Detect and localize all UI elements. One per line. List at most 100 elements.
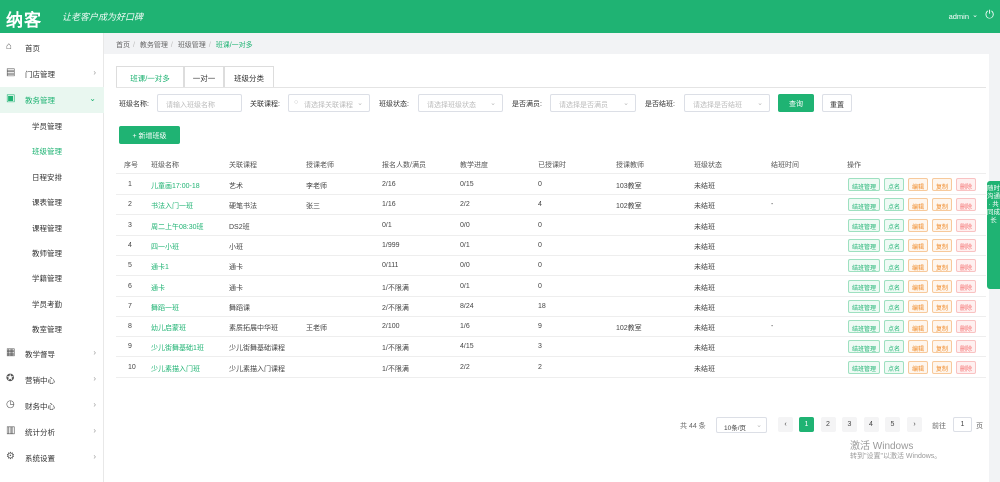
delete-button[interactable]: 删除 bbox=[956, 360, 976, 374]
sidebar-item-teaching[interactable]: ▣ 教务管理 ⌄ bbox=[0, 87, 104, 113]
edit-button[interactable]: 编辑 bbox=[908, 238, 928, 252]
tab-class-category[interactable]: 班级分类 bbox=[224, 66, 274, 87]
delete-button[interactable]: 删除 bbox=[956, 299, 976, 313]
sidebar-subitem[interactable]: 课程管理 bbox=[0, 215, 104, 241]
class-name-link[interactable]: 通卡1 bbox=[151, 262, 169, 272]
edit-button[interactable]: 编辑 bbox=[908, 198, 928, 212]
manage-button[interactable]: 结班管理 bbox=[848, 178, 880, 191]
sidebar-subitem[interactable]: 教师管理 bbox=[0, 240, 104, 266]
copy-button[interactable]: 复制 bbox=[932, 238, 952, 252]
copy-button[interactable]: 复制 bbox=[932, 198, 952, 212]
class-name-link[interactable]: 少儿素描入门班 bbox=[151, 364, 200, 374]
next-page-button[interactable]: › bbox=[907, 417, 922, 432]
manage-button[interactable]: 结班管理 bbox=[848, 259, 880, 273]
edit-button[interactable]: 编辑 bbox=[908, 259, 928, 273]
manage-button[interactable]: 结班管理 bbox=[848, 238, 880, 252]
copy-button[interactable]: 复制 bbox=[932, 218, 952, 232]
sidebar-subitem[interactable]: 班级管理 bbox=[0, 138, 104, 164]
manage-button[interactable]: 结班管理 bbox=[848, 279, 880, 293]
sidebar-item-home[interactable]: ⌂ 首页 bbox=[0, 35, 104, 61]
sidebar-subitem[interactable]: 日程安排 bbox=[0, 164, 104, 190]
roll-call-button[interactable]: 点名 bbox=[884, 299, 904, 313]
manage-button[interactable]: 结班管理 bbox=[848, 340, 880, 354]
class-name-link[interactable]: 舞蹈一班 bbox=[151, 303, 179, 313]
class-name-link[interactable]: 幼儿启蒙班 bbox=[151, 323, 186, 333]
roll-call-button[interactable]: 点名 bbox=[884, 360, 904, 374]
copy-button[interactable]: 复制 bbox=[932, 299, 952, 313]
roll-call-button[interactable]: 点名 bbox=[884, 340, 904, 354]
class-name-link[interactable]: 少儿街舞基础1班 bbox=[151, 343, 204, 353]
edit-button[interactable]: 编辑 bbox=[908, 299, 928, 313]
reset-button[interactable]: 重置 bbox=[822, 94, 852, 112]
sidebar-subitem[interactable]: 教室管理 bbox=[0, 316, 104, 342]
delete-button[interactable]: 删除 bbox=[956, 340, 976, 354]
sidebar-item-supervision[interactable]: ▦ 教学督导 › bbox=[0, 341, 104, 367]
roll-call-button[interactable]: 点名 bbox=[884, 238, 904, 252]
breadcrumb-teaching[interactable]: 教务管理 bbox=[140, 42, 168, 49]
delete-button[interactable]: 删除 bbox=[956, 178, 976, 191]
sidebar-subitem[interactable]: 学籍管理 bbox=[0, 265, 104, 291]
sidebar-subitem[interactable]: 学员管理 bbox=[0, 113, 104, 139]
edit-button[interactable]: 编辑 bbox=[908, 279, 928, 293]
class-name-link[interactable]: 通卡 bbox=[151, 283, 165, 293]
manage-button[interactable]: 结班管理 bbox=[848, 320, 880, 334]
roll-call-button[interactable]: 点名 bbox=[884, 320, 904, 334]
delete-button[interactable]: 删除 bbox=[956, 238, 976, 252]
page-button[interactable]: 2 bbox=[820, 417, 836, 432]
tab-group-class[interactable]: 班课/一对多 bbox=[116, 66, 184, 87]
manage-button[interactable]: 结班管理 bbox=[848, 299, 880, 313]
page-button[interactable]: 1 bbox=[799, 417, 814, 432]
prev-page-button[interactable]: ‹ bbox=[778, 417, 793, 432]
page-size-select[interactable]: 10条/页 ⌄ bbox=[716, 417, 767, 433]
copy-button[interactable]: 复制 bbox=[932, 360, 952, 374]
edit-button[interactable]: 编辑 bbox=[908, 178, 928, 191]
sidebar-subitem[interactable]: 学员考勤 bbox=[0, 291, 104, 317]
class-name-link[interactable]: 儿童画17:00-18 bbox=[151, 181, 200, 191]
course-select[interactable]: ○ 请选择关联课程 ⌄ bbox=[288, 94, 370, 112]
class-name-link[interactable]: 四一小班 bbox=[151, 242, 179, 252]
breadcrumb-class[interactable]: 班级管理 bbox=[178, 42, 206, 49]
power-icon[interactable]: ⏻ bbox=[985, 9, 994, 22]
tab-one-to-one[interactable]: 一对一 bbox=[184, 66, 224, 87]
class-name-link[interactable]: 周二上午08:30班 bbox=[151, 222, 204, 232]
roll-call-button[interactable]: 点名 bbox=[884, 218, 904, 232]
page-jump-input[interactable]: 1 bbox=[953, 417, 972, 432]
breadcrumb-home[interactable]: 首页 bbox=[116, 42, 130, 49]
closed-select[interactable]: 请选择是否结班 ⌄ bbox=[684, 94, 770, 112]
user-menu[interactable]: admin bbox=[949, 12, 969, 21]
delete-button[interactable]: 删除 bbox=[956, 259, 976, 273]
delete-button[interactable]: 删除 bbox=[956, 320, 976, 334]
copy-button[interactable]: 复制 bbox=[932, 320, 952, 334]
page-button[interactable]: 5 bbox=[885, 417, 900, 432]
chevron-down-icon[interactable]: ⌄ bbox=[972, 11, 978, 19]
status-select[interactable]: 请选择班级状态 ⌄ bbox=[418, 94, 503, 112]
roll-call-button[interactable]: 点名 bbox=[884, 198, 904, 212]
sidebar-item-finance[interactable]: ◷ 财务中心 › bbox=[0, 393, 104, 419]
sidebar-item-store[interactable]: ▤ 门店管理 › bbox=[0, 61, 104, 87]
copy-button[interactable]: 复制 bbox=[932, 259, 952, 273]
roll-call-button[interactable]: 点名 bbox=[884, 259, 904, 273]
class-name-input[interactable]: 请输入班级名称 bbox=[157, 94, 242, 112]
manage-button[interactable]: 结班管理 bbox=[848, 360, 880, 374]
float-feedback-tab[interactable]: 随时沟通 · 共同成长 bbox=[987, 181, 1000, 289]
class-name-link[interactable]: 书法入门一班 bbox=[151, 201, 193, 211]
query-button[interactable]: 查询 bbox=[778, 94, 814, 112]
page-button[interactable]: 3 bbox=[842, 417, 857, 432]
edit-button[interactable]: 编辑 bbox=[908, 360, 928, 374]
sidebar-item-settings[interactable]: ⚙ 系统设置 › bbox=[0, 445, 104, 471]
copy-button[interactable]: 复制 bbox=[932, 279, 952, 293]
manage-button[interactable]: 结班管理 bbox=[848, 218, 880, 232]
delete-button[interactable]: 删除 bbox=[956, 198, 976, 212]
sidebar-item-marketing[interactable]: ✪ 营销中心 › bbox=[0, 367, 104, 393]
delete-button[interactable]: 删除 bbox=[956, 218, 976, 232]
manage-button[interactable]: 结班管理 bbox=[848, 198, 880, 212]
delete-button[interactable]: 删除 bbox=[956, 279, 976, 293]
copy-button[interactable]: 复制 bbox=[932, 340, 952, 354]
sidebar-item-stats[interactable]: ▥ 统计分析 › bbox=[0, 419, 104, 445]
copy-button[interactable]: 复制 bbox=[932, 178, 952, 191]
add-class-button[interactable]: + 新增班级 bbox=[119, 126, 180, 144]
roll-call-button[interactable]: 点名 bbox=[884, 178, 904, 191]
edit-button[interactable]: 编辑 bbox=[908, 340, 928, 354]
roll-call-button[interactable]: 点名 bbox=[884, 279, 904, 293]
edit-button[interactable]: 编辑 bbox=[908, 320, 928, 334]
